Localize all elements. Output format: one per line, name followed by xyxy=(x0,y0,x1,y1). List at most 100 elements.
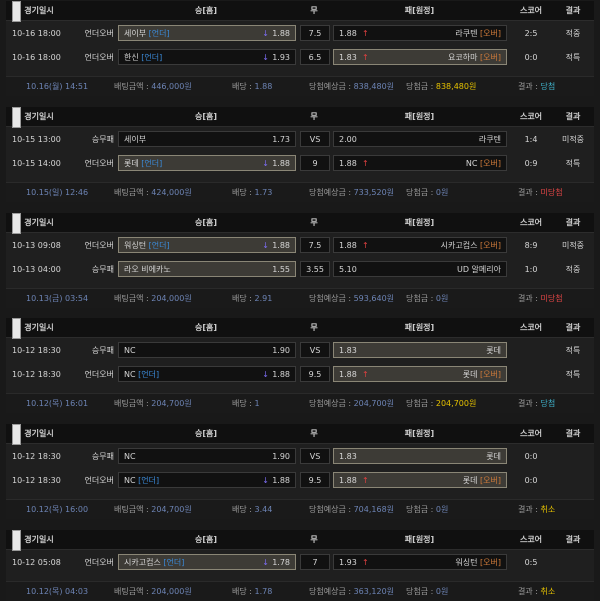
home-odds-button[interactable]: NC [언더] ↓ 1.88 xyxy=(118,472,296,488)
home-team: 세이부 xyxy=(124,135,147,144)
home-team: 롯데 [언더] xyxy=(124,159,163,168)
expected-win-value: 593,640원 xyxy=(353,294,395,303)
score: 0:0 xyxy=(524,53,538,62)
draw-value[interactable]: VS xyxy=(300,342,330,358)
game-time: 10-13 09:08 xyxy=(12,241,61,250)
home-odds: 1.88 xyxy=(272,241,290,250)
home-team: 세이부 [언더] xyxy=(124,29,170,38)
arrow-up-icon: ↑ xyxy=(362,159,369,168)
away-odds-button[interactable]: 1.88 ↑ 시카고컵스 [오버] xyxy=(333,237,507,253)
home-odds-button[interactable]: NC 1.90 xyxy=(118,342,296,358)
winnings: 당첨금 : 0원 xyxy=(406,587,449,596)
result-badge: 미적중 xyxy=(561,135,585,144)
arrow-down-icon: ↓ xyxy=(262,476,269,485)
draw-value: 9.5 xyxy=(300,472,330,488)
away-odds-button[interactable]: 1.88 ↑ NC [오버] xyxy=(333,155,507,171)
away-odds: 1.83 xyxy=(339,452,357,461)
expected-win: 당첨예상금 : 704,168원 xyxy=(309,505,395,514)
game-row: 10-15 14:00 언더오버 롯데 [언더] ↓ 1.88 9 1.88 ↑ NC [오버]… xyxy=(6,152,594,175)
header-draw: 무 xyxy=(310,218,318,227)
away-odds-button[interactable]: 1.83 ↑ 요코하마 [오버] xyxy=(333,49,507,65)
away-team: 요코하마 [오버] xyxy=(448,53,501,62)
arrow-down-icon: ↓ xyxy=(262,159,269,168)
game-row: 10-13 04:00 승무패 라오 비에카노 1.55 3.55 5.10 UD 알메리아… xyxy=(6,258,594,281)
winnings-value: 0원 xyxy=(435,587,449,596)
header-result: 결과 xyxy=(565,535,581,544)
expected-win: 당첨예상금 : 593,640원 xyxy=(309,294,395,303)
home-odds-button[interactable]: 라오 비에카노 1.55 xyxy=(118,261,296,277)
bet-amount-value: 204,700원 xyxy=(151,505,192,514)
away-odds: 2.00 xyxy=(339,135,357,144)
bet-amount-value: 204,000원 xyxy=(151,294,192,303)
result-badge: 적특 xyxy=(565,346,581,355)
total-odds-value: 1.88 xyxy=(254,82,273,91)
bet-date: 10.12(목) 04:03 xyxy=(26,587,89,596)
header-home: 승[홈] xyxy=(194,323,218,332)
arrow-down-icon: ↓ xyxy=(262,241,269,250)
total-odds-value: 3.44 xyxy=(254,505,273,514)
home-odds-button[interactable]: 워싱턴 [언더] ↓ 1.88 xyxy=(118,237,296,253)
draw-value[interactable]: VS xyxy=(300,131,330,147)
bet-type: 언더오버 xyxy=(84,370,114,379)
bet-history-list: 경기일시 승[홈] 무 패[원정] 스코어 결과 10-16 18:00 언더오버 세이부 [언… xyxy=(0,0,600,601)
draw-value: 7 xyxy=(300,554,330,570)
bet-amount: 배팅금액 : 204,000원 xyxy=(114,294,192,303)
bet-status: 결과 : 미당첨 xyxy=(518,188,563,197)
draw-value[interactable]: VS xyxy=(300,448,330,464)
game-time: 10-16 18:00 xyxy=(12,29,61,38)
winnings: 당첨금 : 0원 xyxy=(406,294,449,303)
game-time: 10-16 18:00 xyxy=(12,53,61,62)
expected-win-value: 704,168원 xyxy=(353,505,395,514)
arrow-down-icon: ↓ xyxy=(262,558,269,567)
bet-slip: 경기일시 승[홈] 무 패[원정] 스코어 결과 10-16 18:00 언더오버 세이부 [언… xyxy=(6,1,594,96)
home-odds-button[interactable]: 세이부 1.73 xyxy=(118,131,296,147)
over-tag: [오버] xyxy=(477,53,501,62)
away-odds-button[interactable]: 1.88 ↑ 롯데 [오버] xyxy=(333,366,507,382)
away-odds-button[interactable]: 5.10 UD 알메리아 xyxy=(333,261,507,277)
away-odds: 5.10 xyxy=(339,265,357,274)
winnings-value: 0원 xyxy=(435,188,449,197)
away-odds-button[interactable]: 2.00 라쿠텐 xyxy=(333,131,507,147)
bet-slip: 경기일시 승[홈] 무 패[원정] 스코어 결과 10-15 13:00 승무패 세이부 1.73… xyxy=(6,107,594,202)
over-tag: [오버] xyxy=(477,370,501,379)
under-tag: [언더] xyxy=(146,29,170,38)
bet-type: 언더오버 xyxy=(84,241,114,250)
bet-type: 언더오버 xyxy=(84,29,114,38)
game-time: 10-12 18:30 xyxy=(12,476,61,485)
home-team: 워싱턴 [언더] xyxy=(124,241,170,250)
bet-type: 언더오버 xyxy=(84,476,114,485)
arrow-down-icon: ↓ xyxy=(262,370,269,379)
result-badge xyxy=(554,445,592,468)
score xyxy=(511,363,551,386)
game-row: 10-12 18:30 언더오버 NC [언더] ↓ 1.88 9.5 1.88 ↑ 롯데 [오… xyxy=(6,469,594,492)
arrow-up-icon: ↑ xyxy=(362,558,369,567)
header-away: 패[원정] xyxy=(404,323,435,332)
away-odds-button[interactable]: 1.83 롯데 xyxy=(333,448,507,464)
away-odds: 1.83 xyxy=(339,53,357,62)
bet-status: 결과 : 당첨 xyxy=(518,399,556,408)
total-odds: 배당 : 1 xyxy=(232,399,260,408)
home-odds-button[interactable]: 롯데 [언더] ↓ 1.88 xyxy=(118,155,296,171)
winnings: 당첨금 : 204,700원 xyxy=(406,399,477,408)
home-odds-button[interactable]: 한신 [언더] ↓ 1.93 xyxy=(118,49,296,65)
home-odds-button[interactable]: NC 1.90 xyxy=(118,448,296,464)
total-odds: 배당 : 3.44 xyxy=(232,505,273,514)
home-odds: 1.55 xyxy=(272,265,290,274)
home-odds-button[interactable]: 세이부 [언더] ↓ 1.88 xyxy=(118,25,296,41)
away-odds-button[interactable]: 1.93 ↑ 워싱턴 [오버] xyxy=(333,554,507,570)
bet-type: 승무패 xyxy=(91,346,114,355)
away-odds: 1.88 xyxy=(339,241,357,250)
away-odds-button[interactable]: 1.88 ↑ 라쿠텐 [오버] xyxy=(333,25,507,41)
away-odds-button[interactable]: 1.83 롯데 xyxy=(333,342,507,358)
over-tag: [오버] xyxy=(477,476,501,485)
home-odds: 1.88 xyxy=(272,370,290,379)
away-team: 라쿠텐 [오버] xyxy=(455,29,501,38)
home-odds-button[interactable]: 시카고컵스 [언더] ↓ 1.78 xyxy=(118,554,296,570)
home-odds-button[interactable]: NC [언더] ↓ 1.88 xyxy=(118,366,296,382)
over-tag: [오버] xyxy=(477,159,501,168)
bet-status-value: 미당첨 xyxy=(540,294,563,303)
away-odds-button[interactable]: 1.88 ↑ 롯데 [오버] xyxy=(333,472,507,488)
expected-win: 당첨예상금 : 204,700원 xyxy=(309,399,395,408)
bet-amount: 배팅금액 : 204,700원 xyxy=(114,399,192,408)
draw-value: 7.5 xyxy=(300,237,330,253)
